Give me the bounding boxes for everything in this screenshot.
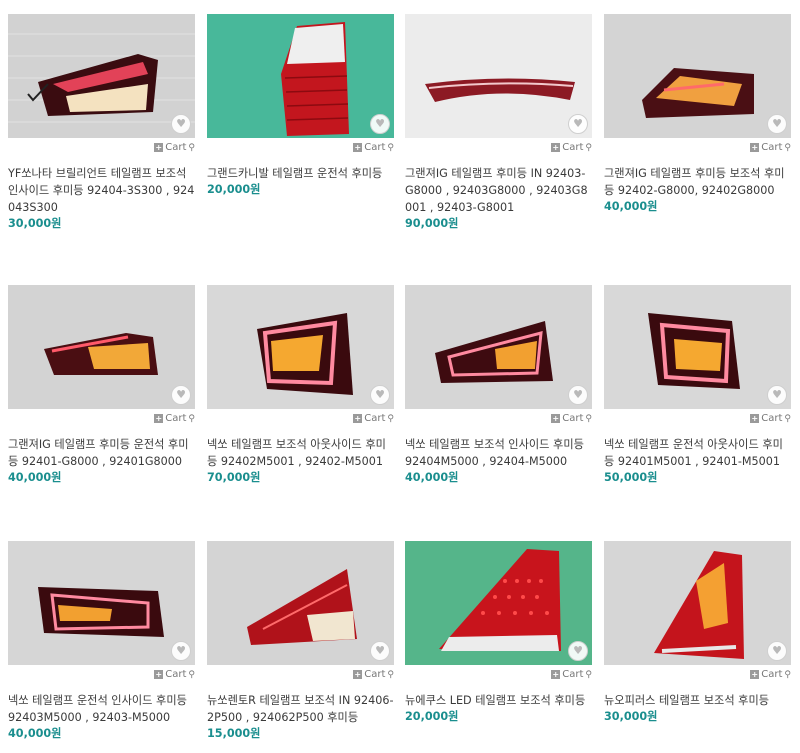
product-title[interactable]: 그랜져IG 테일램프 후미등 보조석 후미등 92402-G8000, 9240… [604, 165, 791, 199]
plus-icon: + [353, 670, 363, 679]
wishlist-heart-icon[interactable]: ♥ [767, 641, 787, 661]
magnifier-icon: ⚲ [387, 142, 394, 153]
product-card[interactable]: ♥ + Cart ⚲ YF쏘나타 브릴리언트 테일램프 보조석 인사이드 후미등 9… [8, 14, 195, 232]
add-to-cart-button[interactable]: + Cart ⚲ [154, 669, 195, 680]
product-price: 15,000원 [207, 727, 261, 740]
product-title[interactable]: 뉴에쿠스 LED 테일램프 보조석 후미등 [405, 692, 592, 709]
product-card[interactable]: ♥ + Cart ⚲ 넥쏘 테일램프 보조석 아웃사이드 후미등 92402M500… [207, 285, 394, 486]
wishlist-heart-icon[interactable]: ♥ [370, 641, 390, 661]
add-to-cart-button[interactable]: + Cart ⚲ [353, 669, 394, 680]
product-card[interactable]: ♥ + Cart ⚲ 그랜드카니발 테일램프 운전석 후미등 20,000원 [207, 14, 394, 198]
plus-icon: + [551, 414, 561, 423]
product-image[interactable]: ♥ [604, 285, 791, 409]
plus-icon: + [551, 143, 561, 152]
add-to-cart-button[interactable]: + Cart ⚲ [750, 413, 791, 424]
product-card[interactable]: ♥ + Cart ⚲ 넥쏘 테일램프 보조석 인사이드 후미등 92404M5000… [405, 285, 592, 486]
product-title[interactable]: 넥쏘 테일램프 보조석 인사이드 후미등 92404M5000 , 92404-… [405, 436, 592, 470]
product-price: 20,000원 [207, 183, 261, 196]
add-to-cart-button[interactable]: + Cart ⚲ [551, 413, 592, 424]
product-card[interactable]: ♥ + Cart ⚲ 넥쏘 테일램프 운전석 아웃사이드 후미등 92401M500… [604, 285, 791, 486]
product-image[interactable]: ♥ [8, 541, 195, 665]
add-to-cart-button[interactable]: + Cart ⚲ [154, 413, 195, 424]
product-title[interactable]: 넥쏘 테일램프 운전석 인사이드 후미등 92403M5000 , 92403-… [8, 692, 195, 726]
product-title[interactable]: 뉴쏘렌토R 테일램프 보조석 IN 92406-2P500 , 924062P5… [207, 692, 394, 726]
product-card[interactable]: ♥ + Cart ⚲ 뉴에쿠스 LED 테일램프 보조석 후미등 20,000원 [405, 541, 592, 725]
product-price: 70,000원 [207, 471, 261, 484]
product-image[interactable]: ♥ [604, 541, 791, 665]
plus-icon: + [353, 414, 363, 423]
product-price: 30,000원 [604, 710, 658, 723]
product-title[interactable]: 넥쏘 테일램프 보조석 아웃사이드 후미등 92402M5001 , 92402… [207, 436, 394, 470]
magnifier-icon: ⚲ [387, 413, 394, 424]
product-price: 40,000원 [8, 727, 62, 740]
magnifier-icon: ⚲ [784, 669, 791, 680]
magnifier-icon: ⚲ [784, 413, 791, 424]
wishlist-heart-icon[interactable]: ♥ [568, 641, 588, 661]
add-to-cart-button[interactable]: + Cart ⚲ [154, 142, 195, 153]
wishlist-heart-icon[interactable]: ♥ [767, 114, 787, 134]
product-price: 30,000원 [8, 217, 62, 230]
product-image[interactable]: ♥ [207, 14, 394, 138]
magnifier-icon: ⚲ [585, 413, 592, 424]
add-to-cart-button[interactable]: + Cart ⚲ [551, 142, 592, 153]
product-price: 50,000원 [604, 471, 658, 484]
product-card[interactable]: ♥ + Cart ⚲ 그랜져IG 테일램프 후미등 보조석 후미등 92402-G8… [604, 14, 791, 215]
add-to-cart-button[interactable]: + Cart ⚲ [353, 142, 394, 153]
product-image[interactable]: ♥ [405, 285, 592, 409]
product-image[interactable]: ♥ [207, 541, 394, 665]
product-card[interactable]: ♥ + Cart ⚲ 뉴쏘렌토R 테일램프 보조석 IN 92406-2P500 ,… [207, 541, 394, 742]
product-card[interactable]: ♥ + Cart ⚲ 그랜져IG 테일램프 후미등 IN 92403-G8000 ,… [405, 14, 592, 232]
plus-icon: + [154, 414, 164, 423]
wishlist-heart-icon[interactable]: ♥ [171, 114, 191, 134]
product-image[interactable]: ♥ [405, 541, 592, 665]
product-price: 40,000원 [8, 471, 62, 484]
add-to-cart-button[interactable]: + Cart ⚲ [353, 413, 394, 424]
product-card[interactable]: ♥ + Cart ⚲ 넥쏘 테일램프 운전석 인사이드 후미등 92403M5000… [8, 541, 195, 742]
product-card[interactable]: ♥ + Cart ⚲ 뉴오피러스 테일램프 보조석 후미등 30,000원 [604, 541, 791, 725]
product-title[interactable]: 그랜드카니발 테일램프 운전석 후미등 [207, 165, 394, 182]
magnifier-icon: ⚲ [188, 669, 195, 680]
product-grid: ♥ + Cart ⚲ YF쏘나타 브릴리언트 테일램프 보조석 인사이드 후미등 9… [0, 0, 800, 753]
product-image[interactable]: ♥ [8, 14, 195, 138]
plus-icon: + [154, 143, 164, 152]
wishlist-heart-icon[interactable]: ♥ [171, 641, 191, 661]
add-to-cart-button[interactable]: + Cart ⚲ [551, 669, 592, 680]
plus-icon: + [750, 414, 760, 423]
plus-icon: + [750, 143, 760, 152]
product-price: 40,000원 [604, 200, 658, 213]
product-image[interactable]: ♥ [604, 14, 791, 138]
magnifier-icon: ⚲ [784, 142, 791, 153]
product-image[interactable]: ♥ [405, 14, 592, 138]
wishlist-heart-icon[interactable]: ♥ [767, 385, 787, 405]
magnifier-icon: ⚲ [585, 142, 592, 153]
product-title[interactable]: YF쏘나타 브릴리언트 테일램프 보조석 인사이드 후미등 92404-3S30… [8, 165, 195, 216]
product-price: 40,000원 [405, 471, 459, 484]
add-to-cart-button[interactable]: + Cart ⚲ [750, 142, 791, 153]
wishlist-heart-icon[interactable]: ♥ [370, 385, 390, 405]
plus-icon: + [154, 670, 164, 679]
product-title[interactable]: 그랜져IG 테일램프 후미등 운전석 후미등 92401-G8000 , 924… [8, 436, 195, 470]
magnifier-icon: ⚲ [188, 142, 195, 153]
product-image[interactable]: ♥ [8, 285, 195, 409]
product-title[interactable]: 그랜져IG 테일램프 후미등 IN 92403-G8000 , 92403G80… [405, 165, 592, 216]
product-image[interactable]: ♥ [207, 285, 394, 409]
plus-icon: + [353, 143, 363, 152]
magnifier-icon: ⚲ [188, 413, 195, 424]
wishlist-heart-icon[interactable]: ♥ [171, 385, 191, 405]
wishlist-heart-icon[interactable]: ♥ [568, 114, 588, 134]
plus-icon: + [750, 670, 760, 679]
plus-icon: + [551, 670, 561, 679]
product-price: 20,000원 [405, 710, 459, 723]
wishlist-heart-icon[interactable]: ♥ [568, 385, 588, 405]
magnifier-icon: ⚲ [387, 669, 394, 680]
product-card[interactable]: ♥ + Cart ⚲ 그랜져IG 테일램프 후미등 운전석 후미등 92401-G8… [8, 285, 195, 486]
add-to-cart-button[interactable]: + Cart ⚲ [750, 669, 791, 680]
product-price: 90,000원 [405, 217, 459, 230]
product-title[interactable]: 넥쏘 테일램프 운전석 아웃사이드 후미등 92401M5001 , 92401… [604, 436, 791, 470]
product-title[interactable]: 뉴오피러스 테일램프 보조석 후미등 [604, 692, 791, 709]
wishlist-heart-icon[interactable]: ♥ [370, 114, 390, 134]
magnifier-icon: ⚲ [585, 669, 592, 680]
